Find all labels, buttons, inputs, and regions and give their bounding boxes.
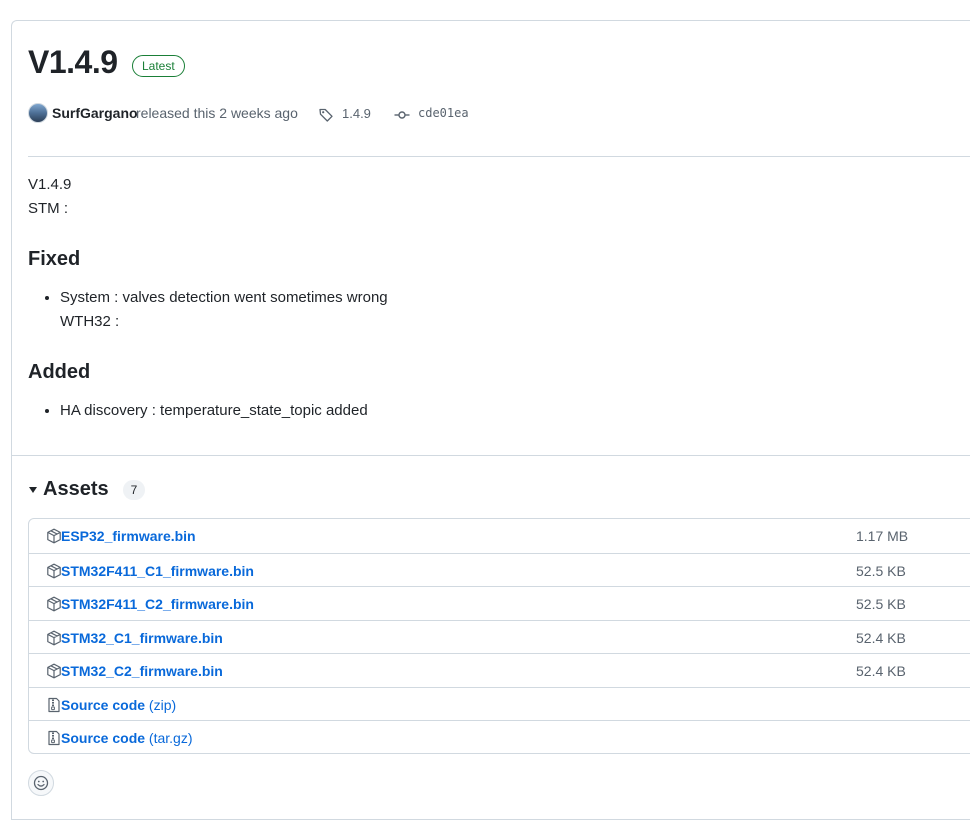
package-icon [46,663,62,684]
fixed-list: System : valves detection went sometimes… [28,286,388,334]
triangle-down-icon [28,482,38,500]
smiley-icon [33,775,49,791]
assets-count: 7 [123,480,145,500]
release-title[interactable]: V1.4.9 [28,42,118,82]
fixed-item-cont: WTH32 : [60,313,120,330]
fixed-heading: Fixed [28,248,81,270]
asset-link[interactable]: STM32_C2_firmware.bin [61,663,223,679]
commit-link[interactable]: cde01ea [418,106,469,120]
asset-size: 1.17 MB [856,528,909,544]
package-icon [46,596,62,617]
source-code-label: Source code [61,730,146,746]
added-list: HA discovery : temperature_state_topic a… [28,399,368,423]
list-item: HA discovery : temperature_state_topic a… [60,399,368,423]
asset-row[interactable]: Source code (zip) [29,686,970,721]
asset-row[interactable]: STM32_C2_firmware.bin 52.4 KB [29,653,970,687]
asset-row[interactable]: STM32F411_C2_firmware.bin 52.5 KB [29,586,970,620]
package-icon [46,630,62,651]
asset-size: 52.5 KB [856,562,906,579]
asset-size: 52.4 KB [856,663,906,679]
asset-row[interactable]: STM32_C1_firmware.bin 52.4 KB [29,619,970,654]
asset-link[interactable]: ESP32_firmware.bin [61,528,196,544]
tag-icon [318,107,334,126]
fixed-item-text: System : valves detection went sometimes… [60,289,388,306]
asset-link[interactable]: STM32F411_C2_firmware.bin [61,596,254,612]
notes-version: V1.4.9 [28,176,72,193]
asset-size: 52.4 KB [856,629,906,646]
archive-format: (tar.gz) [148,730,193,746]
released-time: released this 2 weeks ago [136,105,298,121]
file-zip-icon [46,730,62,751]
assets-list: ESP32_firmware.bin 1.17 MB STM32F411_C1_… [28,518,970,754]
notes-stm: STM : [28,200,68,217]
package-icon [46,528,62,549]
package-icon [46,563,62,584]
source-code-label: Source code [61,696,146,713]
author-avatar[interactable] [28,103,48,123]
asset-row[interactable]: Source code (tar.gz) [29,720,970,754]
latest-badge: Latest [132,55,185,77]
asset-link[interactable]: Source code (zip) [61,697,176,713]
file-zip-icon [46,697,62,718]
author-link[interactable]: SurfGargano [52,105,138,121]
added-heading: Added [28,361,91,383]
asset-size: 52.5 KB [856,596,906,612]
assets-divider [12,455,970,456]
archive-format: (zip) [148,696,177,713]
header-divider [28,156,970,157]
asset-link[interactable]: Source code (tar.gz) [61,730,193,746]
assets-title: Assets [43,478,109,500]
list-item: System : valves detection went sometimes… [60,286,388,334]
asset-row[interactable]: ESP32_firmware.bin 1.17 MB [29,519,970,553]
add-reaction-button[interactable] [28,770,54,796]
tag-link[interactable]: 1.4.9 [342,106,371,121]
asset-link[interactable]: STM32_C1_firmware.bin [61,630,223,646]
added-item-text: HA discovery : temperature_state_topic a… [60,402,368,419]
asset-row[interactable]: STM32F411_C1_firmware.bin 52.5 KB [29,552,970,587]
commit-icon [394,107,410,126]
asset-link[interactable]: STM32F411_C1_firmware.bin [61,563,254,579]
